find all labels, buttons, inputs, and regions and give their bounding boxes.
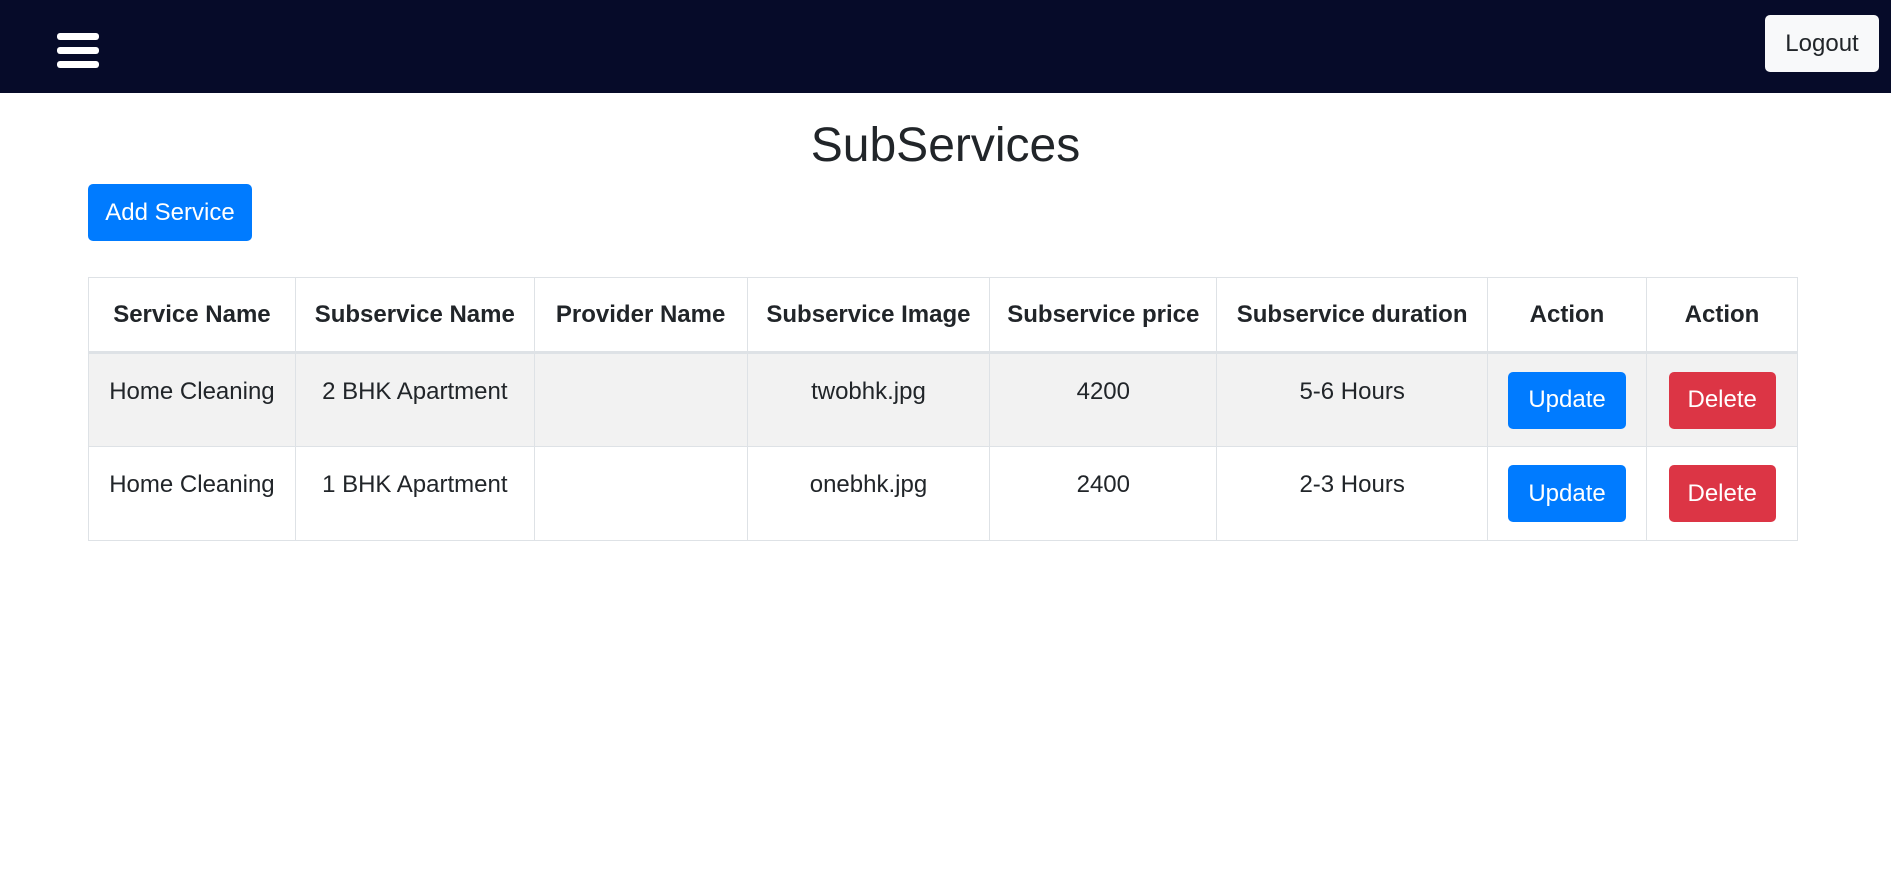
cell-subservice-name: 2 BHK Apartment [294,352,535,447]
logout-button[interactable]: Logout [1765,15,1879,72]
cell-subservice-duration: 5-6 Hours [1216,352,1489,447]
top-navbar: Logout [0,0,1891,93]
delete-button[interactable]: Delete [1668,371,1776,429]
subservices-table: Service Name Subservice Name Provider Na… [88,277,1798,541]
cell-service-name: Home Cleaning [88,352,296,447]
update-button[interactable]: Update [1508,465,1627,522]
cell-action-update: Update [1487,352,1647,447]
cell-subservice-price: 2400 [989,446,1218,541]
cell-subservice-name: 1 BHK Apartment [294,446,535,541]
page-title: SubServices [810,119,1081,172]
cell-action-update: Update [1487,446,1647,541]
cell-action-delete: Delete [1646,352,1798,447]
header-subservice-name: Subservice Name [294,277,535,354]
header-provider-name: Provider Name [533,277,748,354]
delete-button[interactable]: Delete [1668,465,1776,522]
cell-action-delete: Delete [1646,446,1798,541]
table-header-row: Service Name Subservice Name Provider Na… [88,277,1798,354]
header-subservice-duration: Subservice duration [1216,277,1489,354]
cell-provider-name [533,446,748,541]
table-row: Home Cleaning 2 BHK Apartment twobhk.jpg… [88,352,1798,447]
cell-subservice-image: twobhk.jpg [746,352,991,447]
table-row: Home Cleaning 1 BHK Apartment onebhk.jpg… [88,446,1798,541]
cell-subservice-duration: 2-3 Hours [1216,446,1489,541]
hamburger-menu-icon[interactable] [54,30,102,72]
header-action-delete: Action [1646,277,1798,354]
cell-subservice-price: 4200 [989,352,1218,447]
cell-service-name: Home Cleaning [88,446,296,541]
add-service-button[interactable]: Add Service [88,184,252,241]
header-action-update: Action [1487,277,1647,354]
header-subservice-image: Subservice Image [746,277,991,354]
cell-subservice-image: onebhk.jpg [746,446,991,541]
cell-provider-name [533,352,748,447]
header-service-name: Service Name [88,277,296,354]
update-button[interactable]: Update [1508,371,1627,429]
header-subservice-price: Subservice price [989,277,1218,354]
